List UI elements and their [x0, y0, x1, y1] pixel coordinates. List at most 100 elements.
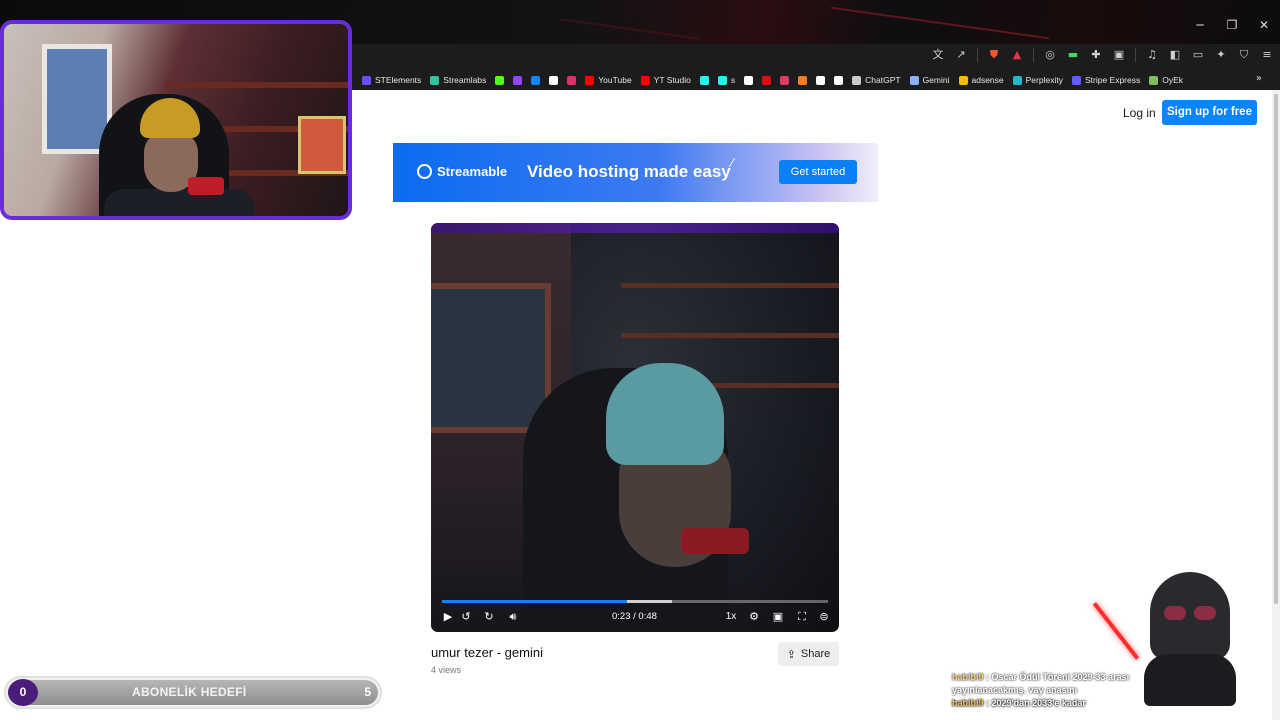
time-display: 0:23 / 0:48	[612, 611, 657, 622]
bookmark-favicon-icon	[567, 75, 577, 85]
bookmark-favicon-icon	[1149, 75, 1159, 85]
scrollbar-thumb[interactable]	[1274, 94, 1278, 604]
bookmark-label: Perplexity	[1025, 75, 1063, 85]
bookmark-item[interactable]: STElements	[362, 75, 421, 85]
share-page-icon[interactable]: ↗	[954, 48, 968, 62]
log-in-link[interactable]: Log in	[1123, 106, 1156, 120]
bookmark-item[interactable]	[699, 75, 709, 85]
bookmark-item[interactable]: ChatGPT	[852, 75, 901, 85]
forward-icon[interactable]: ↻	[482, 610, 496, 624]
bookmark-favicon-icon	[780, 75, 790, 85]
screenshot-icon[interactable]: ▣	[1112, 48, 1126, 62]
window-controls: ─ ❐ ✕	[1184, 18, 1280, 32]
speed-button[interactable]: 1x	[723, 610, 739, 624]
video-progress-bar[interactable]	[442, 600, 828, 603]
close-icon[interactable]: ✕	[1248, 18, 1280, 32]
bookmark-item[interactable]: YT Studio	[640, 75, 691, 85]
get-started-button[interactable]: Get started	[779, 160, 857, 184]
bookmark-item[interactable]: YouTube	[585, 75, 632, 85]
bookmark-item[interactable]: adsense	[958, 75, 1004, 85]
view-count: 4 views	[431, 665, 462, 675]
bookmark-item[interactable]	[495, 75, 505, 85]
bookmark-item[interactable]: Stripe Express	[1071, 75, 1140, 85]
subscriber-goal-widget: 0 ABONELİK HEDEFİ 5	[4, 676, 382, 709]
bookmark-label: OyEk	[1162, 75, 1184, 85]
chat-username: habibi9	[952, 698, 984, 708]
banner-tagline: Video hosting made easy	[527, 162, 731, 181]
page-scrollbar[interactable]	[1272, 90, 1280, 720]
toolbar-divider	[977, 48, 978, 62]
bookmark-item[interactable]	[567, 75, 577, 85]
goal-target-count: 5	[364, 685, 371, 699]
bookmark-favicon-icon	[816, 75, 826, 85]
vpn-shield-icon[interactable]: ⛉	[1237, 48, 1251, 62]
bookmark-label: YouTube	[598, 75, 632, 85]
bookmark-item[interactable]	[834, 75, 844, 85]
fullscreen-icon[interactable]: ⛶	[795, 610, 809, 624]
streamable-logo: Streamable	[417, 164, 507, 179]
bookmark-favicon-icon	[852, 75, 862, 85]
stream-chat-overlay: habibi9 : Oscar Ödül Töreni 2029-33 aras…	[952, 671, 1152, 710]
bookmark-favicon-icon	[699, 75, 709, 85]
bookmark-item[interactable]: Streamlabs	[430, 75, 486, 85]
video-frame-microphone	[681, 528, 749, 554]
sidebar-toggle-icon[interactable]: ◧	[1168, 48, 1182, 62]
bookmark-favicon-icon	[1071, 75, 1081, 85]
share-button[interactable]: ⇪ Share	[778, 642, 839, 666]
leo-ai-icon[interactable]: ✦	[1214, 48, 1228, 62]
player-controls: ▶ ↺ ↻ 🔊︎ 0:23 / 0:48 1x ⚙ ▣ ⛶ ⊜	[431, 608, 839, 628]
bookmark-item[interactable]	[531, 75, 541, 85]
streamable-watermark-icon[interactable]: ⊜	[817, 610, 831, 624]
bookmark-item[interactable]: Perplexity	[1012, 75, 1063, 85]
volume-icon[interactable]: 🔊︎	[506, 610, 520, 624]
vader-suit	[1144, 654, 1236, 706]
chat-username: habibi9	[952, 672, 984, 682]
maximize-icon[interactable]: ❐	[1216, 18, 1248, 32]
bookmark-favicon-icon	[531, 75, 541, 85]
toolbar-divider	[1135, 48, 1136, 62]
extension-green-icon[interactable]: ▬	[1066, 48, 1080, 62]
bookmark-item[interactable]	[744, 75, 754, 85]
share-label: Share	[800, 648, 831, 660]
rewind-icon[interactable]: ↺	[459, 610, 473, 624]
streamable-promo-banner[interactable]: Streamable Video hosting made easy ⁄ Get…	[393, 143, 878, 202]
bookmark-item[interactable]: s	[717, 75, 735, 85]
wallet-icon[interactable]: ▭	[1191, 48, 1205, 62]
play-icon[interactable]: ▶	[441, 610, 455, 624]
goal-label: ABONELİK HEDEFİ	[132, 685, 247, 699]
chat-message: habibi9 : 2029'dan 2033'e kadar	[952, 697, 1152, 710]
bookmark-item[interactable]	[798, 75, 808, 85]
menu-icon[interactable]: ≡	[1260, 48, 1274, 62]
bookmark-item[interactable]	[549, 75, 559, 85]
brave-shield-icon[interactable]: ⛊	[987, 48, 1001, 62]
vader-helmet	[1150, 572, 1230, 660]
picture-in-picture-icon[interactable]: ▣	[771, 610, 785, 624]
bookmarks-overflow-icon[interactable]: »	[1256, 73, 1262, 84]
bookmark-item[interactable]	[513, 75, 523, 85]
bookmark-item[interactable]	[762, 75, 772, 85]
streamable-logo-icon	[417, 164, 432, 179]
webcam-overlay	[0, 20, 352, 220]
goal-current-count: 0	[8, 679, 38, 706]
bookmark-item[interactable]: OyEk	[1149, 75, 1183, 85]
brave-rewards-icon[interactable]: ▲	[1010, 48, 1024, 62]
bookmark-item[interactable]: Gemini	[909, 75, 950, 85]
translate-icon[interactable]: 文	[931, 48, 945, 62]
vader-eye	[1164, 606, 1186, 620]
chat-message: habibi9 : Oscar Ödül Töreni 2029-33 aras…	[952, 671, 1152, 697]
minimize-icon[interactable]: ─	[1184, 18, 1216, 32]
settings-gear-icon[interactable]: ⚙	[747, 610, 761, 624]
bookmark-favicon-icon	[958, 75, 968, 85]
extension-glasses-icon[interactable]: ◎	[1043, 48, 1057, 62]
video-frame-shelf	[621, 333, 839, 338]
video-player[interactable]: ▶ ↺ ↻ 🔊︎ 0:23 / 0:48 1x ⚙ ▣ ⛶ ⊜	[431, 223, 839, 632]
background-streak	[560, 18, 700, 40]
media-controls-icon[interactable]: ♫	[1145, 48, 1159, 62]
sign-up-button[interactable]: Sign up for free	[1162, 100, 1257, 125]
bookmark-item[interactable]	[780, 75, 790, 85]
bookmark-favicon-icon	[909, 75, 919, 85]
video-frame-shelf	[621, 283, 839, 288]
bookmark-item[interactable]	[816, 75, 826, 85]
extensions-puzzle-icon[interactable]: ✚	[1089, 48, 1103, 62]
browser-toolbar: 文 ↗ ⛊ ▲ ◎ ▬ ✚ ▣ ♫ ◧ ▭ ✦ ⛉ ≡	[352, 44, 1280, 70]
